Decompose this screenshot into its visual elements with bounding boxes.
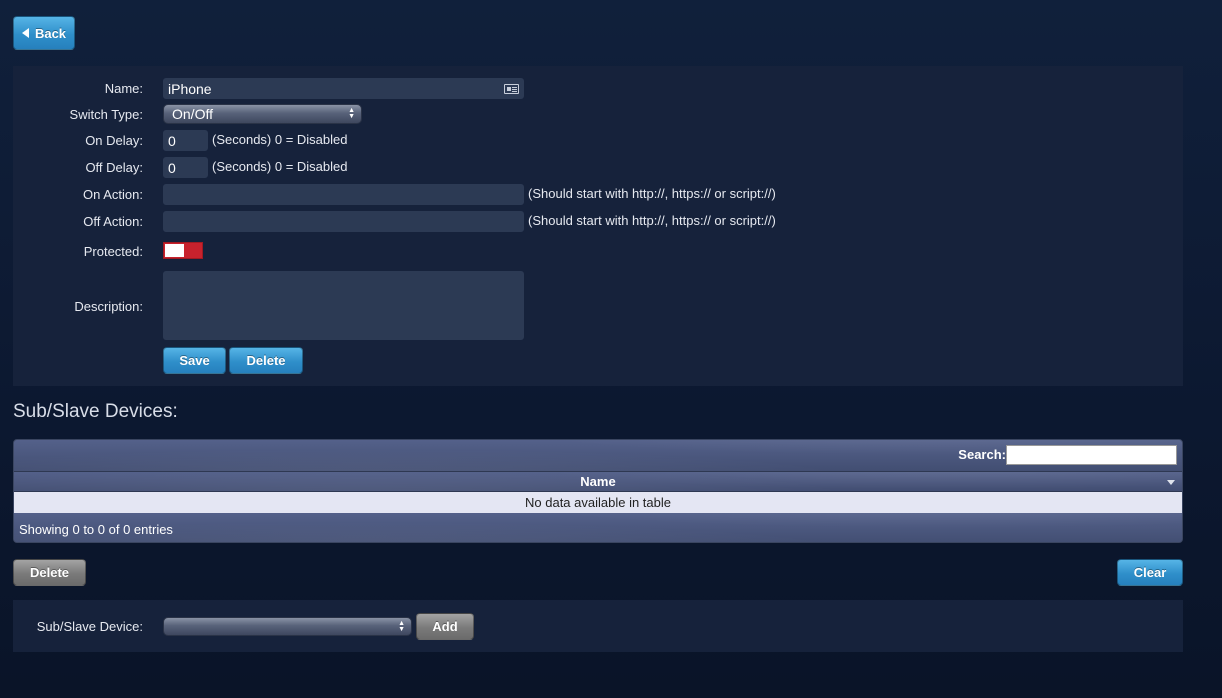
back-label: Back <box>34 25 67 41</box>
off-delay-value: 0 <box>168 160 176 176</box>
off-action-label: Off Action: <box>83 214 143 229</box>
description-textarea[interactable] <box>163 271 524 340</box>
select-arrows-icon: ▲ ▼ <box>348 107 355 120</box>
table-empty-row: No data available in table <box>14 492 1182 513</box>
table-header-row[interactable]: Name <box>14 471 1182 492</box>
on-action-input[interactable] <box>163 184 524 205</box>
switch-type-select[interactable]: On/Off ▲ ▼ <box>163 104 362 124</box>
chevron-left-icon <box>21 28 29 38</box>
table-footer: Showing 0 to 0 of 0 entries <box>14 513 1182 542</box>
on-delay-value: 0 <box>168 133 176 149</box>
search-label: Search: <box>958 447 1006 462</box>
column-name[interactable]: Name <box>14 474 1182 489</box>
sort-down-icon <box>1167 480 1175 485</box>
protected-label: Protected: <box>83 244 143 259</box>
table-toolbar: Search: <box>14 440 1182 471</box>
on-action-label: On Action: <box>83 187 143 202</box>
toggle-knob <box>165 244 184 257</box>
contact-card-icon[interactable] <box>504 84 519 94</box>
on-action-hint: (Should start with http://, https:// or … <box>528 186 776 201</box>
off-delay-input[interactable]: 0 <box>163 157 208 178</box>
select-arrows-icon: ▲ ▼ <box>398 620 405 633</box>
off-delay-hint: (Seconds) 0 = Disabled <box>212 159 348 174</box>
search-input[interactable] <box>1006 445 1177 465</box>
save-button[interactable]: Save <box>163 347 226 374</box>
off-action-input[interactable] <box>163 211 524 232</box>
off-delay-label: Off Delay: <box>85 160 143 175</box>
delete-device-button[interactable]: Delete <box>229 347 303 374</box>
on-delay-label: On Delay: <box>85 133 143 148</box>
sub-device-label: Sub/Slave Device: <box>36 619 143 634</box>
description-label: Description: <box>74 299 143 314</box>
add-button[interactable]: Add <box>416 613 474 640</box>
on-delay-hint: (Seconds) 0 = Disabled <box>212 132 348 147</box>
name-label: Name: <box>104 81 143 96</box>
switch-type-label: Switch Type: <box>69 107 143 122</box>
delete-sub-device-button[interactable]: Delete <box>13 559 86 586</box>
clear-button[interactable]: Clear <box>1117 559 1183 586</box>
name-input[interactable]: iPhone <box>163 78 524 99</box>
name-value: iPhone <box>168 81 212 97</box>
sub-devices-table: Search: Name No data available in table … <box>13 439 1183 543</box>
protected-toggle[interactable] <box>163 242 203 259</box>
sub-devices-title: Sub/Slave Devices: <box>13 401 178 422</box>
on-delay-input[interactable]: 0 <box>163 130 208 151</box>
back-button[interactable]: Back <box>13 16 75 50</box>
off-action-hint: (Should start with http://, https:// or … <box>528 213 776 228</box>
sub-device-select[interactable]: ▲ ▼ <box>163 617 412 636</box>
showing-entries-text: Showing 0 to 0 of 0 entries <box>19 522 173 537</box>
switch-type-value: On/Off <box>172 106 213 122</box>
